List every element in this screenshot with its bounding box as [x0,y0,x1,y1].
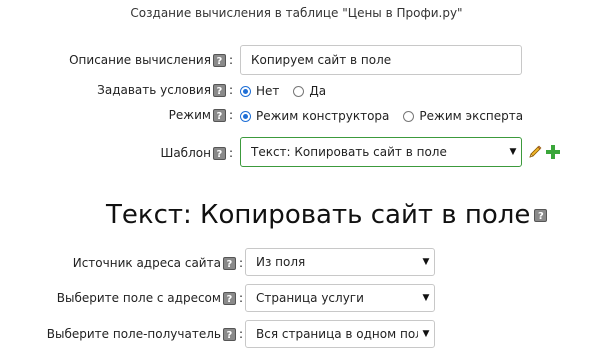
help-icon[interactable]: ? [534,208,548,222]
section-title: Текст: Копировать сайт в поле ? [106,200,548,230]
source-select[interactable]: Из поля ▼ [245,248,435,276]
target-field-label-row: Выберите поле-получатель ? : [46,327,243,341]
source-label-row: Источник адреса сайта ? : [72,256,243,270]
description-label-row: Описание вычисления ? : [69,53,233,67]
address-field-label: Выберите поле с адресом [56,291,221,305]
help-icon[interactable]: ? [222,256,236,270]
template-label: Шаблон [160,146,211,160]
mode-option-expert[interactable]: Режим эксперта [403,109,523,123]
target-field-select[interactable]: Вся страница в одном поле ▼ [245,320,435,348]
conditions-label-row: Задавать условия ? : [97,83,233,97]
target-field-label: Выберите поле-получатель [46,327,221,341]
radio-unchecked-icon[interactable] [293,85,305,97]
address-field-label-row: Выберите поле с адресом ? : [56,291,243,305]
description-label: Описание вычисления [69,53,211,67]
mode-label: Режим [168,108,211,122]
description-input[interactable]: Копируем сайт в поле [240,45,522,75]
help-icon[interactable]: ? [212,53,226,67]
help-icon[interactable]: ? [212,83,226,97]
help-icon[interactable]: ? [222,291,236,305]
triangle-down-icon: ▼ [509,147,517,157]
template-label-row: Шаблон ? : [160,146,234,160]
help-icon[interactable]: ? [212,108,226,122]
mode-option-constructor[interactable]: Режим конструктора [240,109,389,123]
source-label: Источник адреса сайта [72,256,221,270]
address-field-select[interactable]: Страница услуги ▼ [245,284,435,312]
pencil-icon[interactable] [527,144,543,160]
conditions-label: Задавать условия [97,83,211,97]
mode-label-row: Режим ? : [168,108,233,122]
radio-checked-icon[interactable] [240,110,251,122]
help-icon[interactable]: ? [212,146,226,160]
page-title: Создание вычисления в таблице "Цены в Пр… [130,6,463,20]
conditions-radio-group: Нет Да [240,84,334,98]
radio-unchecked-icon[interactable] [403,110,415,122]
help-icon[interactable]: ? [222,327,236,341]
triangle-down-icon: ▼ [422,257,430,267]
conditions-option-yes[interactable]: Да [293,84,326,98]
mode-radio-group: Режим конструктора Режим эксперта [240,109,531,123]
triangle-down-icon: ▼ [422,293,430,303]
conditions-option-no[interactable]: Нет [240,84,279,98]
plus-icon[interactable] [545,144,561,160]
template-select[interactable]: Текст: Копировать сайт в поле ▼ [240,137,522,167]
radio-checked-icon[interactable] [240,85,251,97]
triangle-down-icon: ▼ [422,329,430,339]
